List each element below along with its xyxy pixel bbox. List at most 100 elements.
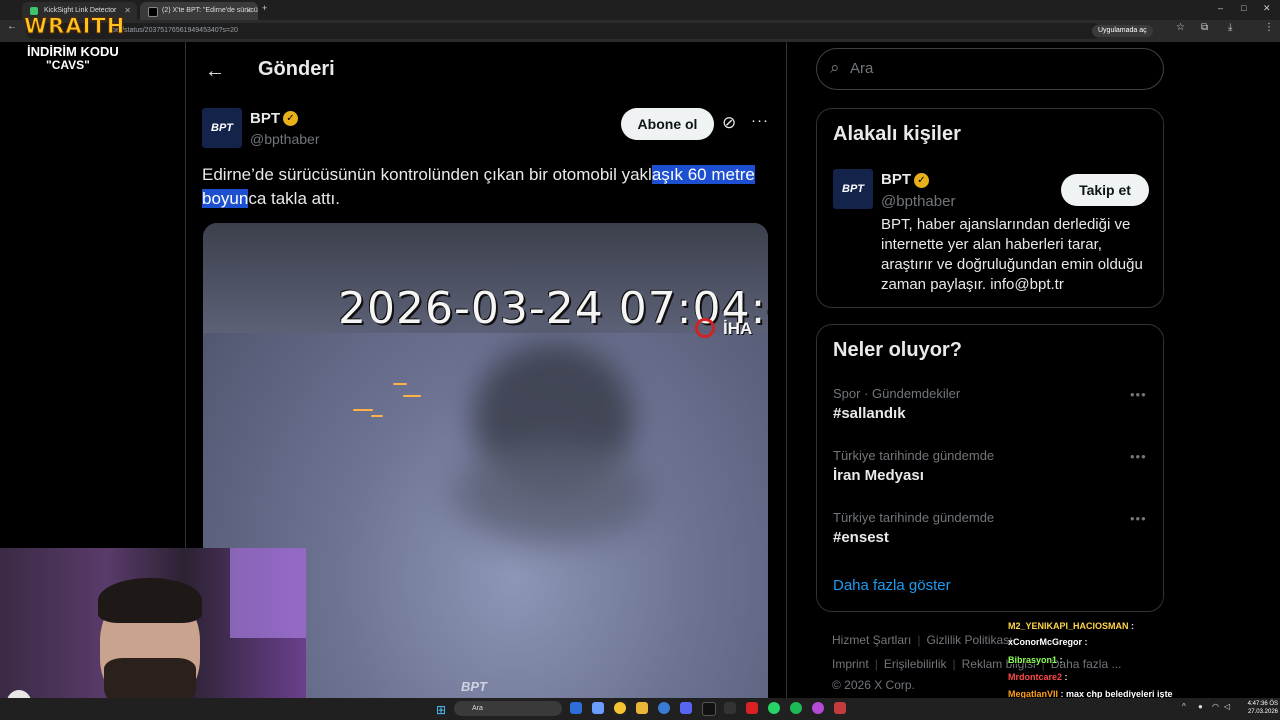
app-icon[interactable] bbox=[746, 702, 758, 714]
file-explorer-icon[interactable] bbox=[636, 702, 648, 714]
webcam-overlay bbox=[0, 548, 306, 720]
chat-message: Bibrasyon1 : bbox=[1008, 655, 1063, 665]
trends-card: Neler oluyor? Spor · Gündemdekiler #sall… bbox=[816, 324, 1164, 612]
address-bar-row: ← ber/status/2037517656194945340?s=20 bbox=[0, 20, 1280, 42]
discord-icon[interactable] bbox=[680, 702, 692, 714]
video-watermark: BPT bbox=[461, 679, 487, 694]
volume-icon[interactable]: ◁ bbox=[1224, 702, 1230, 711]
back-arrow-icon[interactable]: ← bbox=[205, 60, 225, 83]
show-more-link[interactable]: Daha fazla göster bbox=[833, 577, 951, 594]
follow-button[interactable]: Takip et bbox=[1061, 174, 1149, 206]
open-in-app-button[interactable]: Uygulamada aç bbox=[1092, 25, 1153, 37]
obs-icon[interactable] bbox=[724, 702, 736, 714]
footer-imprint-link[interactable]: Imprint bbox=[832, 657, 869, 671]
author-name[interactable]: BPT bbox=[250, 110, 280, 127]
trend-category: Türkiye tarihinde gündemde bbox=[833, 448, 995, 463]
trend-more-icon[interactable]: ••• bbox=[1130, 449, 1147, 464]
chat-user: Bibrasyon1 bbox=[1008, 655, 1058, 665]
chrome-icon[interactable] bbox=[614, 702, 626, 714]
trend-category: Türkiye tarihinde gündemde bbox=[833, 510, 995, 525]
browser-tab-bar: KickSight Link Detector ✕ (2) X'te BPT: … bbox=[0, 0, 1280, 20]
iha-logo-icon bbox=[695, 318, 715, 338]
taskbar-search[interactable]: Ara bbox=[454, 701, 562, 716]
downloads-icon[interactable]: ⤓ bbox=[1228, 22, 1232, 33]
promo-label: İNDİRİM KODU bbox=[27, 44, 119, 59]
chat-message: Mrdontcare2 : bbox=[1008, 672, 1068, 682]
trend-category: Spor · Gündemdekiler bbox=[833, 386, 961, 401]
author-handle[interactable]: @bpthaber bbox=[250, 131, 319, 147]
trends-title: Neler oluyor? bbox=[833, 339, 962, 361]
video-spark bbox=[403, 395, 421, 397]
related-bio: BPT, haber ajanslarından derlediği ve in… bbox=[881, 216, 1143, 293]
copilot-icon[interactable] bbox=[592, 702, 604, 714]
tray-app-icon[interactable]: ● bbox=[1198, 702, 1203, 711]
post-text: Edirne’de sürücüsünün kontrolünden çıkan… bbox=[202, 163, 762, 211]
chat-user: Mrdontcare2 bbox=[1008, 672, 1063, 682]
tab-label: (2) X'te BPT: "Edirne'de sürücü bbox=[162, 7, 258, 14]
x-favicon-icon bbox=[148, 7, 158, 17]
wifi-icon[interactable]: ◠ bbox=[1212, 702, 1219, 711]
subscribe-button[interactable]: Abone ol bbox=[621, 108, 714, 140]
spotify-icon[interactable] bbox=[790, 702, 802, 714]
webcam-person-hair bbox=[98, 578, 202, 623]
trend-name[interactable]: #ensest bbox=[833, 529, 889, 546]
trend-name[interactable]: #sallandık bbox=[833, 405, 906, 422]
post-text-part: ca takla attı. bbox=[248, 189, 340, 208]
wraith-logo: WRAITH bbox=[23, 14, 126, 39]
related-title: Alakalı kişiler bbox=[833, 123, 961, 145]
search-icon: ⌕ bbox=[830, 58, 840, 77]
browser-menu-icon[interactable]: ⋮ bbox=[1264, 22, 1274, 33]
tray-chevron-icon[interactable]: ^ bbox=[1182, 702, 1186, 711]
footer-privacy-link[interactable]: Gizlilik Politikası bbox=[926, 633, 1012, 647]
footer-row-2: Imprint | Erişilebilirlik | Reklam bilgisi | D… bbox=[832, 657, 1122, 671]
footer-terms-link[interactable]: Hizmet Şartları bbox=[832, 633, 911, 647]
related-name[interactable]: BPT bbox=[881, 171, 911, 188]
minimize-icon[interactable]: – bbox=[1218, 3, 1223, 13]
clock-date: 27.03.2026 bbox=[1247, 709, 1278, 715]
app-icon[interactable] bbox=[812, 702, 824, 714]
app-icon[interactable] bbox=[834, 702, 846, 714]
chat-message: M2_YENIKAPI_HACIOSMAN : bbox=[1008, 621, 1135, 631]
more-options-icon[interactable]: ··· bbox=[751, 112, 769, 129]
back-nav-icon[interactable]: ← bbox=[7, 21, 17, 32]
clock-time: 4:47:36 ÖS bbox=[1247, 701, 1278, 707]
extensions-icon[interactable]: ⧉ bbox=[1201, 22, 1208, 33]
taskbar-clock[interactable]: 4:47:36 ÖS 27.03.2026 bbox=[1238, 700, 1278, 716]
close-window-icon[interactable]: ✕ bbox=[1263, 3, 1271, 14]
trend-name[interactable]: İran Medyası bbox=[833, 467, 924, 484]
url-field[interactable]: ber/status/2037517656194945340?s=20 bbox=[26, 23, 1101, 39]
trend-more-icon[interactable]: ••• bbox=[1130, 511, 1147, 526]
grok-icon[interactable]: ⊘ bbox=[722, 113, 736, 133]
webcam-backlight bbox=[230, 548, 306, 638]
promo-code: "CAVS" bbox=[46, 58, 90, 72]
page-title: Gönderi bbox=[258, 58, 335, 80]
related-avatar[interactable]: BPT bbox=[833, 169, 873, 209]
task-view-icon[interactable] bbox=[570, 702, 582, 714]
video-spark bbox=[393, 383, 407, 385]
verified-badge-icon: ✓ bbox=[283, 111, 298, 126]
close-tab-icon[interactable]: ✕ bbox=[245, 2, 252, 20]
tiktok-icon[interactable] bbox=[702, 702, 716, 716]
edge-icon[interactable] bbox=[658, 702, 670, 714]
author-avatar[interactable]: BPT bbox=[202, 108, 242, 148]
maximize-icon[interactable]: □ bbox=[1241, 3, 1246, 13]
video-spark bbox=[353, 409, 373, 411]
bookmark-star-icon[interactable]: ☆ bbox=[1176, 22, 1185, 33]
footer-accessibility-link[interactable]: Erişilebilirlik bbox=[884, 657, 947, 671]
footer-copyright: © 2026 X Corp. bbox=[832, 678, 915, 692]
whatsapp-icon[interactable] bbox=[768, 702, 780, 714]
trend-more-icon[interactable]: ••• bbox=[1130, 387, 1147, 402]
video-source-tag: İHA bbox=[723, 319, 753, 338]
video-spark bbox=[371, 415, 383, 417]
new-tab-icon[interactable]: + bbox=[262, 3, 267, 13]
related-handle[interactable]: @bpthaber bbox=[881, 193, 955, 210]
verified-badge-icon: ✓ bbox=[914, 173, 929, 188]
video-smoke-blur bbox=[453, 443, 653, 543]
search-placeholder: Ara bbox=[850, 60, 874, 77]
related-people-card: Alakalı kişiler BPT BPT ✓ @bpthaber Taki… bbox=[816, 108, 1164, 308]
search-box[interactable]: ⌕ Ara bbox=[816, 48, 1164, 90]
browser-tab-x[interactable]: (2) X'te BPT: "Edirne'de sürücü ✕ bbox=[140, 2, 258, 20]
tab-label: KickSight Link Detector bbox=[44, 7, 117, 14]
windows-start-icon[interactable]: ⊞ bbox=[436, 703, 446, 717]
post-text-part: Edirne’de sürücüsünün kontrolünden çıkan… bbox=[202, 165, 652, 184]
